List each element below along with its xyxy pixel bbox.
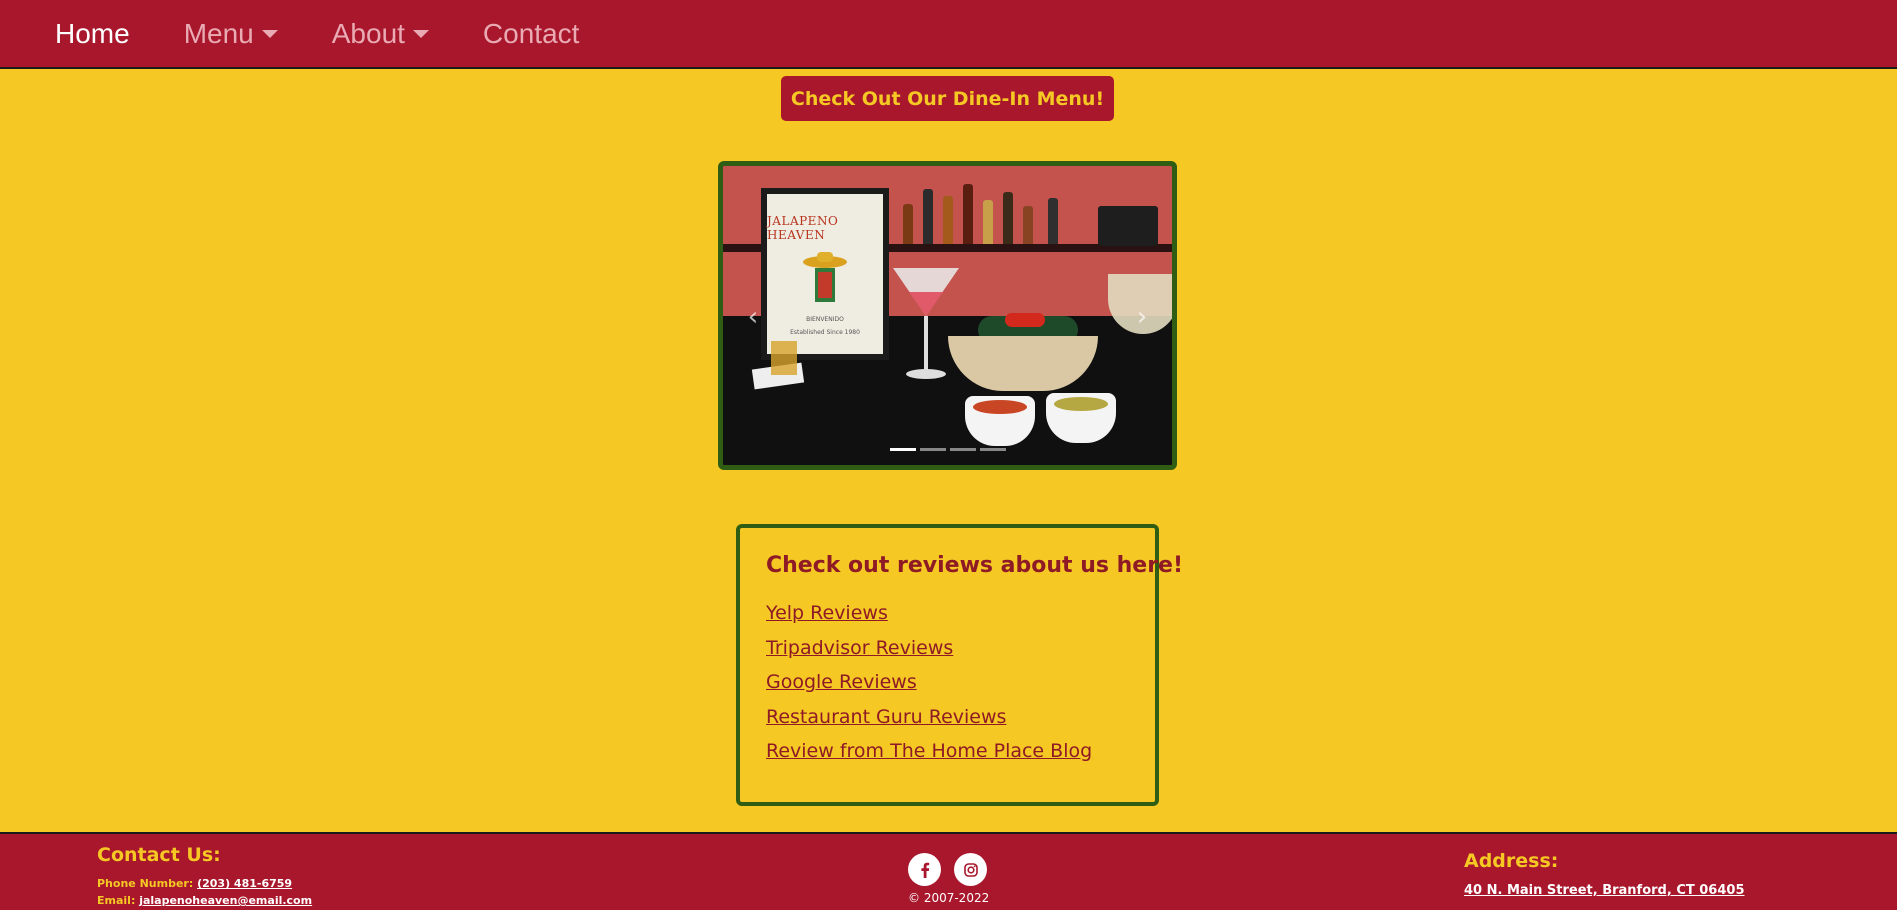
nav-about-dropdown[interactable]: About bbox=[332, 18, 429, 50]
footer: Contact Us: Phone Number: (203) 481-6759… bbox=[0, 832, 1897, 910]
carousel-indicator-1[interactable] bbox=[890, 448, 916, 451]
bottles-graphic bbox=[898, 176, 1098, 244]
sombrero-figure-icon bbox=[803, 252, 847, 302]
footer-address: Address: 40 N. Main Street, Branford, CT… bbox=[1464, 850, 1744, 898]
reviews-box: Check out reviews about us here! Yelp Re… bbox=[736, 524, 1184, 806]
contact-title: Contact Us: bbox=[97, 844, 221, 866]
email-line: Email: jalapenoheaven@email.com bbox=[97, 892, 312, 909]
reviews-title: Check out reviews about us here! bbox=[766, 553, 1184, 578]
nav-menu-dropdown[interactable]: Menu bbox=[184, 18, 278, 50]
chevron-right-icon[interactable]: › bbox=[1130, 302, 1154, 332]
top-navbar: Home Menu About Contact bbox=[0, 0, 1897, 69]
carousel-indicators bbox=[890, 448, 1010, 451]
email-link[interactable]: jalapenoheaven@email.com bbox=[139, 894, 312, 907]
carousel-indicator-2[interactable] bbox=[920, 448, 946, 451]
instagram-icon[interactable] bbox=[954, 853, 987, 886]
caret-down-icon bbox=[261, 29, 278, 38]
yelp-reviews-link[interactable]: Yelp Reviews bbox=[766, 596, 1129, 631]
tripadvisor-reviews-link[interactable]: Tripadvisor Reviews bbox=[766, 631, 1129, 666]
menu-card: JALAPENO HEAVEN BIENVENIDO Established S… bbox=[767, 194, 883, 354]
copyright-text: © 2007-2022 bbox=[908, 891, 990, 905]
nav-contact[interactable]: Contact bbox=[483, 18, 580, 50]
carousel-indicator-3[interactable] bbox=[950, 448, 976, 451]
caret-down-icon bbox=[412, 29, 429, 38]
pepper-graphic bbox=[1005, 313, 1045, 327]
facebook-icon[interactable] bbox=[908, 853, 941, 886]
cash-register-graphic bbox=[1098, 206, 1158, 246]
email-label: Email: bbox=[97, 894, 136, 907]
social-links bbox=[908, 853, 1000, 886]
restaurant-bar-photo: JALAPENO HEAVEN BIENVENIDO Established S… bbox=[723, 166, 1172, 465]
salsa-bowl-graphic bbox=[965, 396, 1035, 446]
nav-home[interactable]: Home bbox=[55, 18, 130, 50]
shot-glass-graphic bbox=[771, 341, 797, 375]
menu-stand-graphic: JALAPENO HEAVEN BIENVENIDO Established S… bbox=[761, 188, 889, 360]
carousel-indicator-4[interactable] bbox=[980, 448, 1006, 451]
phone-label: Phone Number: bbox=[97, 877, 194, 890]
menu-card-established: Established Since 1980 bbox=[790, 329, 860, 336]
menu-card-subtitle: BIENVENIDO bbox=[806, 316, 844, 323]
martini-glass-graphic bbox=[893, 268, 959, 379]
nav-home-label: Home bbox=[55, 17, 130, 49]
nav-about-label: About bbox=[331, 17, 405, 49]
phone-line: Phone Number: (203) 481-6759 bbox=[97, 875, 312, 892]
nav-contact-label: Contact bbox=[482, 17, 580, 49]
chevron-left-icon[interactable]: ‹ bbox=[741, 302, 765, 332]
dine-in-menu-button[interactable]: Check Out Our Dine-In Menu! bbox=[781, 76, 1114, 121]
address-link[interactable]: 40 N. Main Street, Branford, CT 06405 bbox=[1464, 883, 1744, 898]
google-reviews-link[interactable]: Google Reviews bbox=[766, 665, 1129, 700]
home-place-blog-review-link[interactable]: Review from The Home Place Blog bbox=[766, 734, 1129, 769]
address-title: Address: bbox=[1464, 850, 1559, 872]
menu-card-title: JALAPENO HEAVEN bbox=[767, 214, 839, 242]
nav-menu-label: Menu bbox=[183, 17, 254, 49]
restaurant-guru-reviews-link[interactable]: Restaurant Guru Reviews bbox=[766, 700, 1129, 735]
footer-contact: Contact Us: Phone Number: (203) 481-6759… bbox=[97, 844, 312, 909]
salsa-verde-bowl-graphic bbox=[1046, 393, 1116, 443]
photo-carousel: JALAPENO HEAVEN BIENVENIDO Established S… bbox=[718, 161, 1177, 470]
phone-link[interactable]: (203) 481-6759 bbox=[197, 877, 292, 890]
